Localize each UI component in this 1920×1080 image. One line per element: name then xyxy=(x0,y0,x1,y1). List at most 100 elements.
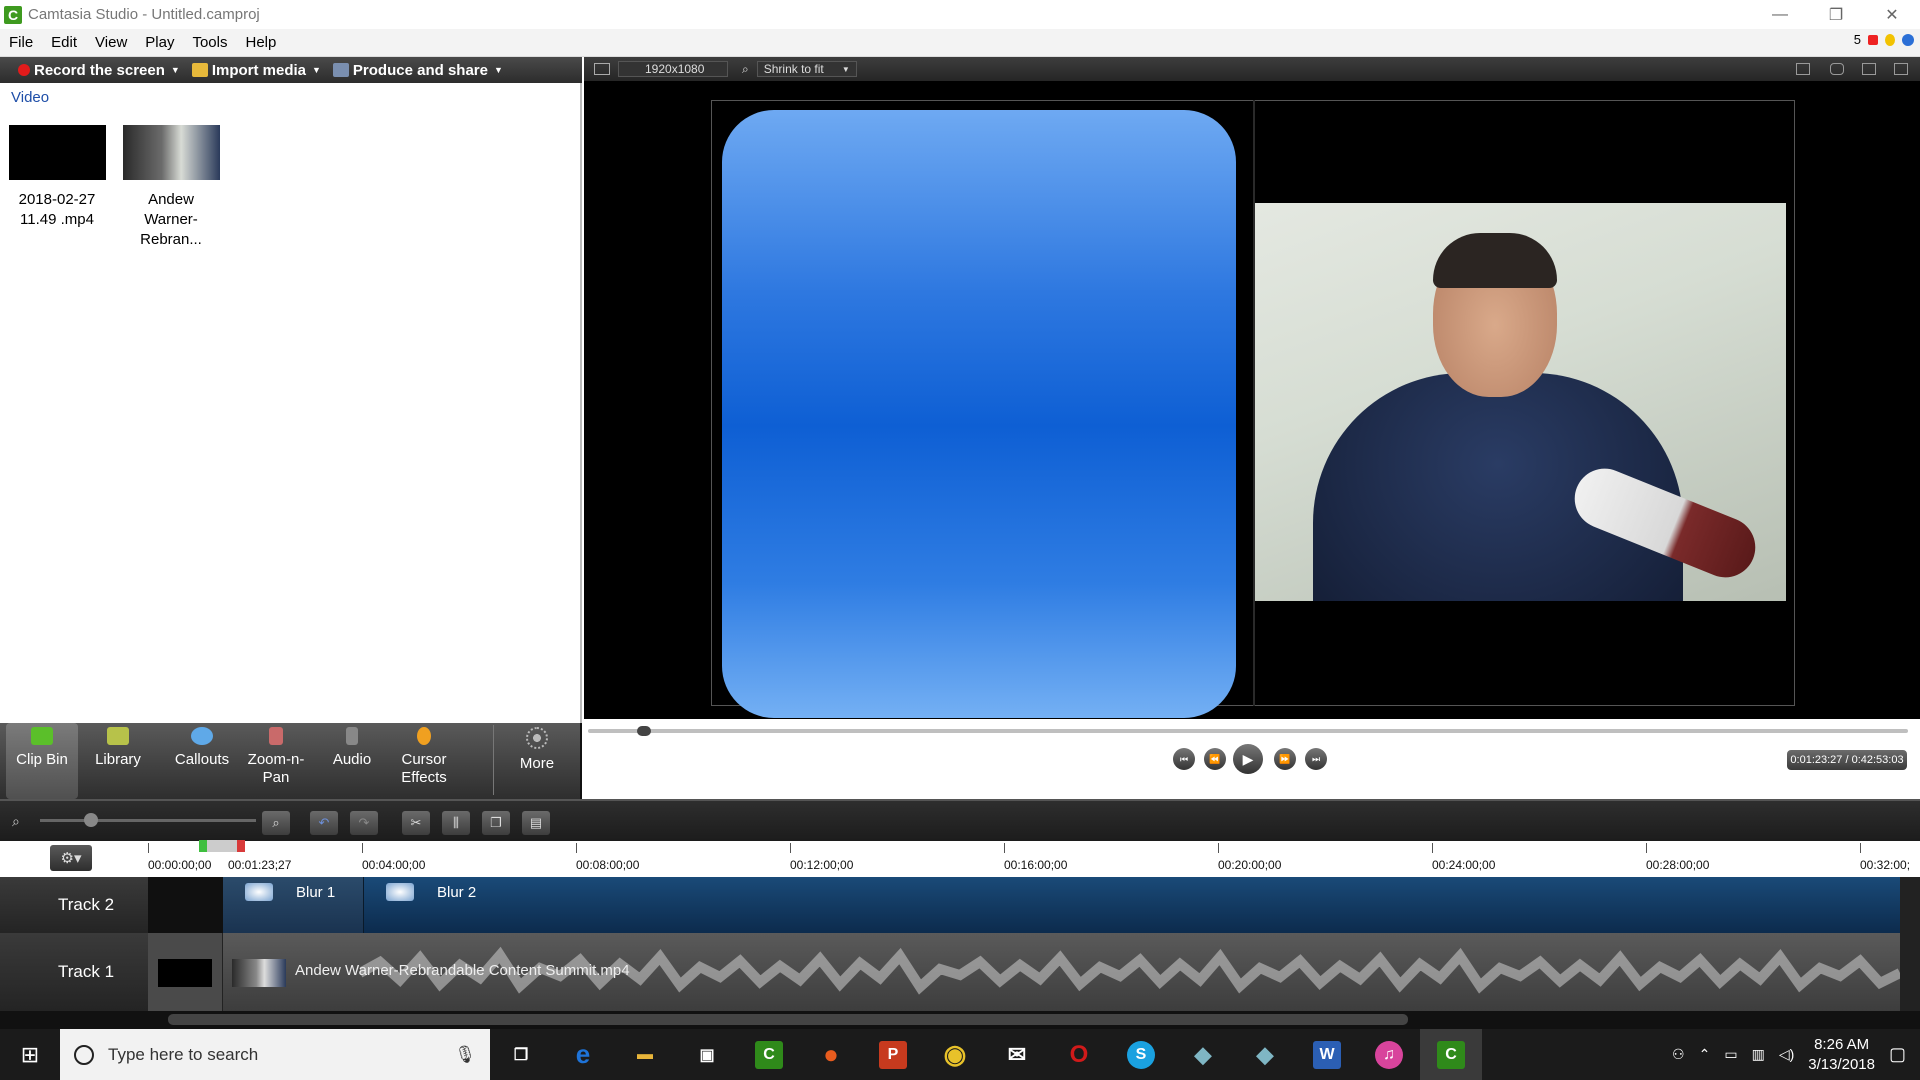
clip-name-line1: 2018-02-27 xyxy=(18,191,96,208)
menu-play[interactable]: Play xyxy=(136,34,183,51)
tab-callouts[interactable]: Callouts xyxy=(166,723,238,799)
network-icon[interactable]: ▥ xyxy=(1752,1046,1765,1063)
produce-share-button[interactable]: Produce and share ▼ xyxy=(327,62,509,79)
tab-label: Cursor Effects xyxy=(401,751,447,786)
people-icon[interactable]: ⚇ xyxy=(1672,1046,1685,1063)
zoom-dropdown[interactable]: Shrink to fit ▼ xyxy=(756,61,857,77)
help-icon[interactable] xyxy=(1902,33,1914,46)
tab-cursor-effects[interactable]: Cursor Effects xyxy=(388,723,460,799)
taskbar-skype[interactable]: S xyxy=(1110,1029,1172,1080)
track-1-first-clip[interactable] xyxy=(148,933,223,1011)
tab-label: Audio xyxy=(332,751,372,768)
blur-callout-icon xyxy=(386,883,414,901)
clock[interactable]: 8:26 AM 3/13/2018 xyxy=(1808,1035,1875,1075)
skip-to-end-button[interactable]: ⏭ xyxy=(1305,748,1327,770)
out-point-marker[interactable] xyxy=(237,840,245,852)
tab-zoom-n-pan[interactable]: Zoom-n- Pan xyxy=(240,723,312,799)
pan-icon[interactable] xyxy=(1830,63,1844,75)
rewind-button[interactable]: ⏪ xyxy=(1204,748,1226,770)
microphone-icon[interactable]: 🎙 xyxy=(454,1045,476,1065)
undo-button[interactable]: ↶ xyxy=(310,811,338,835)
seek-thumb[interactable] xyxy=(637,726,651,736)
timeline-ruler[interactable]: ⚙▾ 00:00:00;00 00:01:23;27 00:04:00;00 0… xyxy=(0,841,1920,877)
start-button[interactable]: ⊞ xyxy=(0,1029,60,1080)
taskbar-camtasia-studio[interactable]: C xyxy=(1420,1029,1482,1080)
redo-button[interactable]: ↷ xyxy=(350,811,378,835)
taskbar-itunes[interactable]: ♫ xyxy=(1358,1029,1420,1080)
import-media-button[interactable]: Import media ▼ xyxy=(186,62,327,79)
track-2-header[interactable]: Track 2 xyxy=(0,877,148,933)
menu-file[interactable]: File xyxy=(0,34,42,51)
in-point-marker[interactable] xyxy=(199,840,207,852)
tab-label: Clip Bin xyxy=(16,751,68,768)
menu-view[interactable]: View xyxy=(86,34,136,51)
clip-bin-header: Video xyxy=(11,89,50,106)
clip-name-line2: Warner-Rebran... xyxy=(140,211,202,248)
cut-button[interactable]: ✂ xyxy=(402,811,430,835)
timeline-zoom-thumb[interactable] xyxy=(84,813,98,827)
timeline-zoom-slider[interactable] xyxy=(40,819,256,822)
tab-clip-bin[interactable]: Clip Bin xyxy=(6,723,78,799)
clip-thumbnail xyxy=(232,959,286,987)
tip-bulb-icon[interactable] xyxy=(1885,33,1895,46)
paste-button[interactable]: ▤ xyxy=(522,811,550,835)
taskbar-app-1[interactable]: ◆ xyxy=(1172,1029,1234,1080)
taskbar-file-explorer[interactable]: ▬ xyxy=(614,1029,676,1080)
taskbar-store[interactable]: ▣ xyxy=(676,1029,738,1080)
taskbar-camtasia-recorder[interactable]: C xyxy=(738,1029,800,1080)
minimize-button[interactable]: — xyxy=(1752,0,1808,29)
taskbar-task-view[interactable]: ❐ xyxy=(490,1029,552,1080)
copy-button[interactable]: ❐ xyxy=(482,811,510,835)
crop-icon[interactable] xyxy=(1796,63,1810,75)
clip-item[interactable]: 2018-02-27 11.49 .mp4 xyxy=(2,125,112,230)
clip-label: Blur 1 xyxy=(296,884,336,901)
main-toolbar: Record the screen ▼ Import media ▼ Produ… xyxy=(0,57,582,83)
seek-bar[interactable] xyxy=(588,729,1908,733)
taskbar-edge[interactable]: e xyxy=(552,1029,614,1080)
notification-icon[interactable] xyxy=(1868,34,1878,45)
track-1-header[interactable]: Track 1 xyxy=(0,933,148,1011)
tick-label: 00:12:00;00 xyxy=(790,858,854,872)
canvas-dimensions-dropdown[interactable]: 1920x1080 xyxy=(618,61,728,77)
tick-label: 00:08:00;00 xyxy=(576,858,640,872)
taskbar-firefox[interactable]: ● xyxy=(800,1029,862,1080)
tab-audio[interactable]: Audio xyxy=(316,723,388,799)
tab-label: More xyxy=(519,755,555,772)
menu-help[interactable]: Help xyxy=(237,34,286,51)
taskbar-search[interactable]: Type here to search 🎙 xyxy=(60,1029,490,1080)
tab-library[interactable]: Library xyxy=(82,723,154,799)
canvas-size-icon[interactable] xyxy=(594,63,610,75)
battery-icon[interactable]: ▭ xyxy=(1724,1046,1737,1063)
menu-edit[interactable]: Edit xyxy=(42,34,86,51)
fit-icon[interactable] xyxy=(1862,63,1876,75)
taskbar-word[interactable]: W xyxy=(1296,1029,1358,1080)
taskbar-chrome[interactable]: ◉ xyxy=(924,1029,986,1080)
zoom-out-icon[interactable]: ⌕ xyxy=(12,813,20,830)
clip-item[interactable]: Andew Warner-Rebran... xyxy=(116,125,226,250)
action-center-icon[interactable]: ▢ xyxy=(1889,1044,1906,1065)
fast-forward-button[interactable]: ⏩ xyxy=(1274,748,1296,770)
close-button[interactable]: ✕ xyxy=(1864,0,1920,29)
restore-button[interactable]: ❐ xyxy=(1808,0,1864,29)
video-frame[interactable] xyxy=(1255,203,1786,601)
menu-tools[interactable]: Tools xyxy=(183,34,236,51)
tick-label: 00:24:00;00 xyxy=(1432,858,1496,872)
taskbar-powerpoint[interactable]: P xyxy=(862,1029,924,1080)
play-button[interactable]: ▶ xyxy=(1233,744,1263,774)
split-button[interactable]: ⫼ xyxy=(442,811,470,835)
timeline-scroll-thumb[interactable] xyxy=(168,1014,1408,1025)
volume-icon[interactable]: ◁) xyxy=(1779,1046,1794,1063)
blur-shape-overlay[interactable] xyxy=(722,110,1236,718)
taskbar-opera[interactable]: O xyxy=(1048,1029,1110,1080)
timeline-settings-button[interactable]: ⚙▾ xyxy=(50,845,92,871)
notification-count[interactable]: 5 xyxy=(1854,32,1861,47)
record-screen-button[interactable]: Record the screen ▼ xyxy=(0,62,186,79)
tab-more[interactable]: More xyxy=(501,723,573,799)
taskbar-mail[interactable]: ✉ xyxy=(986,1029,1048,1080)
playhead-marker[interactable] xyxy=(199,840,245,852)
chevron-up-icon[interactable]: ⌃ xyxy=(1699,1046,1711,1063)
skip-to-start-button[interactable]: ⏮ xyxy=(1173,748,1195,770)
detach-icon[interactable] xyxy=(1894,63,1908,75)
zoom-in-button[interactable]: ⌕ xyxy=(262,811,290,835)
taskbar-app-2[interactable]: ◆ xyxy=(1234,1029,1296,1080)
